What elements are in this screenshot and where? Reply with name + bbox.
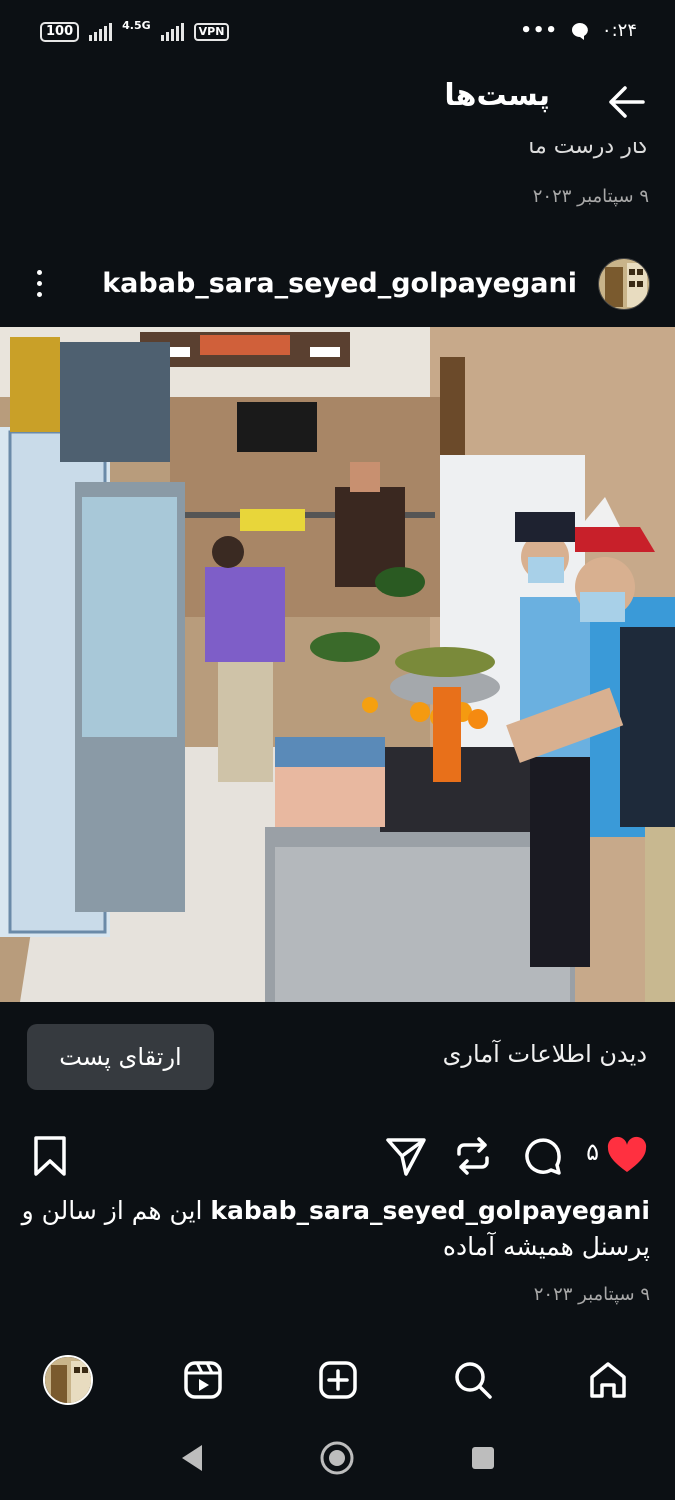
system-navigation (0, 1420, 675, 1500)
clock: ۰:۲۴ (601, 20, 637, 41)
avatar[interactable] (598, 258, 650, 310)
home-circle-icon (320, 1441, 354, 1475)
status-right: ••• ۰:۲۴ (520, 20, 637, 41)
back-triangle-icon (182, 1445, 202, 1471)
like-count[interactable]: ۵ (586, 1138, 599, 1166)
status-bar: 100 4.5G VPN ••• ۰:۲۴ (0, 0, 675, 64)
more-notifications-icon: ••• (520, 20, 558, 41)
post-date: ۹ سپتامبر ۲۰۲۳ (533, 1284, 650, 1305)
photo-icon (0, 327, 675, 1002)
profile-icon (43, 1355, 93, 1405)
bottom-navigation (0, 1340, 675, 1420)
system-back-button[interactable] (172, 1438, 212, 1478)
back-arrow-icon[interactable] (605, 82, 647, 122)
view-insights-link[interactable]: دیدن اطلاعات آماری (443, 1040, 647, 1068)
repost-icon[interactable] (451, 1134, 495, 1178)
post-header: kabab_sara_seyed_golpayegani (0, 250, 675, 320)
search-icon (455, 1362, 492, 1399)
recents-square-icon (472, 1447, 494, 1469)
previous-post-date: ۹ سپتامبر ۲۰۲۳ (532, 186, 649, 207)
create-icon (319, 1361, 357, 1399)
post-caption: kabab_sara_seyed_golpayegani این هم از س… (20, 1193, 650, 1265)
page-title: پست‌ها (444, 78, 550, 113)
caption-username[interactable]: kabab_sara_seyed_golpayegani (210, 1196, 650, 1225)
signal-icon-2 (160, 23, 184, 41)
reels-icon (184, 1361, 222, 1399)
system-home-button[interactable] (317, 1438, 357, 1478)
search-tab[interactable] (445, 1352, 501, 1408)
reels-tab[interactable] (175, 1352, 231, 1408)
home-icon (590, 1362, 626, 1398)
top-bar: پست‌ها (0, 64, 675, 140)
post-photo[interactable] (0, 327, 675, 1002)
battery-indicator: 100 (40, 22, 80, 42)
more-options-icon[interactable] (30, 270, 48, 300)
boost-post-button[interactable]: ارتقای پست (27, 1024, 214, 1090)
chat-bubble-icon (571, 22, 588, 40)
share-icon[interactable] (384, 1134, 428, 1178)
vpn-badge: VPN (193, 23, 230, 41)
home-tab[interactable] (580, 1352, 636, 1408)
post-actions: ۵ (0, 1128, 675, 1184)
status-left: 100 4.5G VPN (40, 19, 230, 42)
profile-tab[interactable] (40, 1352, 96, 1408)
create-tab[interactable] (310, 1352, 366, 1408)
network-type: 4.5G (122, 19, 151, 32)
heart-icon[interactable] (605, 1134, 649, 1178)
comment-icon[interactable] (521, 1134, 565, 1178)
system-recents-button[interactable] (463, 1438, 503, 1478)
signal-icon (89, 23, 113, 41)
save-bookmark-icon[interactable] (28, 1134, 72, 1178)
post-username[interactable]: kabab_sara_seyed_golpayegani (102, 268, 577, 299)
